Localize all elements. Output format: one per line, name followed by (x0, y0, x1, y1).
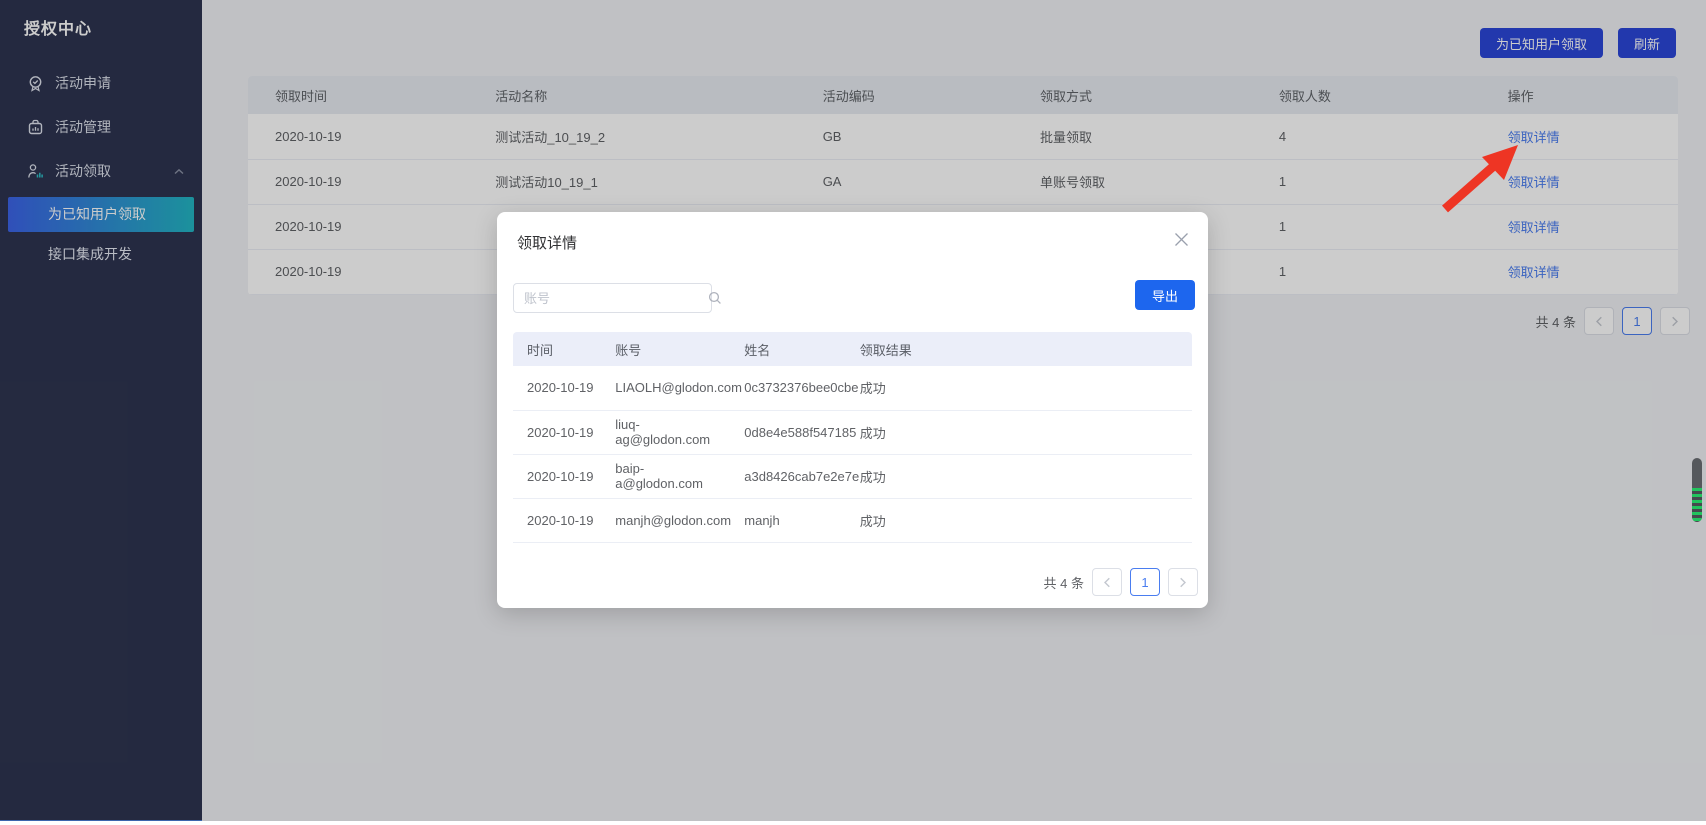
dialog-table-header-row: 时间 账号 姓名 领取结果 (513, 332, 1192, 366)
dialog-pagination: 共 4 条 1 (1044, 568, 1198, 596)
col-result: 领取结果 (846, 332, 1192, 366)
close-icon[interactable] (1172, 230, 1190, 248)
claim-details-dialog: 领取详情 导出 时间 账号 姓名 领取结果 (497, 212, 1208, 608)
dialog-title: 领取详情 (517, 232, 577, 253)
cell-account: baip-a@glodon.com (601, 454, 730, 498)
col-name: 姓名 (730, 332, 845, 366)
cell-account: LIAOLH@glodon.com (601, 366, 730, 410)
cell-result: 成功 (846, 498, 1192, 542)
red-arrow-annotation (1430, 135, 1530, 220)
cell-name: manjh (730, 498, 845, 542)
table-row: 2020-10-19 liuq-ag@glodon.com 0d8e4e588f… (513, 410, 1192, 454)
prev-page-icon[interactable] (1092, 568, 1122, 596)
cell-name: a3d8426cab7e2e7e (730, 454, 845, 498)
account-search-box (513, 283, 712, 313)
cell-result: 成功 (846, 454, 1192, 498)
total-count: 共 4 条 (1044, 573, 1084, 592)
account-search-input[interactable] (514, 284, 708, 312)
bottom-strip (0, 821, 1706, 825)
cell-time: 2020-10-19 (513, 498, 601, 542)
cell-result: 成功 (846, 366, 1192, 410)
search-icon[interactable] (708, 291, 722, 305)
next-page-icon[interactable] (1168, 568, 1198, 596)
col-time: 时间 (513, 332, 601, 366)
dialog-table-wrap: 时间 账号 姓名 领取结果 2020-10-19 LIAOLH@glodon.c… (513, 332, 1192, 543)
cell-result: 成功 (846, 410, 1192, 454)
table-row: 2020-10-19 baip-a@glodon.com a3d8426cab7… (513, 454, 1192, 498)
col-account: 账号 (601, 332, 730, 366)
table-row: 2020-10-19 manjh@glodon.com manjh 成功 (513, 498, 1192, 542)
scrollbar-thumb[interactable] (1692, 458, 1702, 522)
cell-time: 2020-10-19 (513, 410, 601, 454)
cell-name: 0c3732376bee0cbe (730, 366, 845, 410)
export-button[interactable]: 导出 (1135, 280, 1195, 310)
cell-account: manjh@glodon.com (601, 498, 730, 542)
cell-time: 2020-10-19 (513, 454, 601, 498)
table-row: 2020-10-19 LIAOLH@glodon.com 0c3732376be… (513, 366, 1192, 410)
scrollbar-green-markers (1692, 488, 1702, 522)
claim-details-table: 时间 账号 姓名 领取结果 2020-10-19 LIAOLH@glodon.c… (513, 332, 1192, 543)
cell-time: 2020-10-19 (513, 366, 601, 410)
cell-name: 0d8e4e588f547185 (730, 410, 845, 454)
cell-account: liuq-ag@glodon.com (601, 410, 730, 454)
app-root: 授权中心 活动申请 活动管理 活动领取 (0, 0, 1706, 825)
page-number[interactable]: 1 (1130, 568, 1160, 596)
